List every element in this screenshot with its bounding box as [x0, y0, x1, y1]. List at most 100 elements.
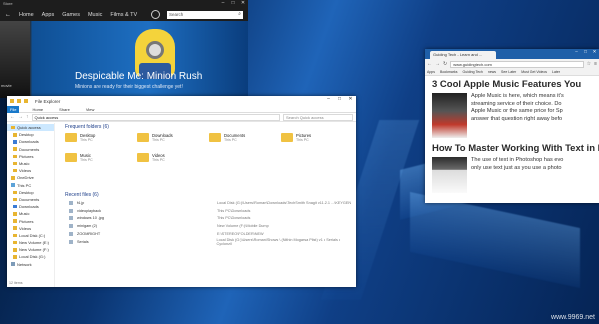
properties-icon[interactable]	[17, 99, 21, 103]
file-path: This PC\Downloads	[217, 216, 251, 221]
nav-item[interactable]: Desktop	[7, 131, 54, 138]
bookmark-news[interactable]: news	[488, 70, 496, 74]
recent-files-heading[interactable]: Recent files (6)	[65, 191, 356, 199]
folder-location: This PC	[224, 138, 237, 142]
nav-item[interactable]: This PC	[7, 182, 54, 189]
nav-item-label: Local Disk (C:)	[19, 232, 46, 238]
bookmark-see-later[interactable]: See Later	[501, 70, 516, 74]
nav-item[interactable]: Local Disk (C:)	[7, 232, 54, 239]
nav-item[interactable]: Pictures	[7, 153, 54, 160]
bookmark-bookmarks[interactable]: Bookmarks	[440, 70, 458, 74]
store-window[interactable]: Store – □ ✕ ← Home Apps Games Music Film…	[0, 0, 248, 98]
bookmark-later[interactable]: Later	[552, 70, 560, 74]
bookmark-apps[interactable]: Apps	[427, 70, 435, 74]
close-button[interactable]: ✕	[238, 0, 248, 7]
folder-location: This PC	[152, 138, 165, 142]
search-placeholder: Search	[169, 12, 184, 17]
recent-file-row[interactable]: windows 10 .jpg This PC\Downloads	[57, 215, 356, 223]
article-thumbnail[interactable]	[432, 93, 467, 138]
star-icon[interactable]: ☆	[587, 61, 591, 67]
tab-games[interactable]: Games	[62, 12, 80, 18]
minimize-button[interactable]: –	[218, 0, 228, 7]
forward-icon[interactable]: →	[18, 114, 23, 120]
nav-item[interactable]: OneDrive	[7, 174, 54, 181]
nav-item[interactable]: New Volume (F:)	[7, 246, 54, 253]
back-icon[interactable]: ←	[5, 12, 11, 18]
up-icon[interactable]: ↑	[26, 114, 29, 120]
url-input[interactable]: www.guidingtech.com	[450, 60, 584, 68]
nav-item[interactable]: Downloads	[7, 203, 54, 210]
folder-tile[interactable]: Documents This PC	[209, 133, 279, 147]
minimize-button[interactable]: –	[323, 96, 334, 104]
recent-file-row[interactable]: Serials Local Disk (G:)\Users\Roman\Shows…	[57, 238, 356, 246]
search-input[interactable]: Search ⌕	[167, 11, 243, 19]
maximize-button[interactable]: □	[334, 96, 345, 104]
search-input[interactable]: Search Quick access	[283, 113, 353, 121]
article-title-link[interactable]: How To Master Working With Text in Ph	[432, 143, 599, 155]
nav-item[interactable]: Local Disk (G:)	[7, 253, 54, 260]
article-thumbnail[interactable]	[432, 157, 467, 193]
nav-item[interactable]: Quick access	[7, 124, 54, 132]
recent-file-row[interactable]: minigam (2) New Volume (F:)\Mobile Dump	[57, 222, 356, 230]
browser-window[interactable]: Guiding Tech - Learn and ... – □ ✕ ← → ↻…	[425, 49, 599, 203]
nav-item[interactable]: Pictures	[7, 217, 54, 224]
nav-item-label: Pictures	[19, 218, 34, 224]
bookmark-guiding-tech[interactable]: Guiding Tech	[463, 70, 483, 74]
close-button[interactable]: ✕	[590, 49, 599, 56]
pc-icon	[11, 183, 15, 187]
tab-share[interactable]: Share	[56, 106, 73, 113]
hero-banner[interactable]: movie Despicable Me: Minion Rush Minions…	[0, 21, 248, 98]
forward-icon[interactable]: →	[435, 61, 440, 67]
tab-music[interactable]: Music	[88, 12, 102, 18]
tab-view[interactable]: View	[83, 106, 98, 113]
maximize-button[interactable]: □	[228, 0, 238, 7]
recent-file-row[interactable]: videoplayback This PC\Downloads	[57, 207, 356, 215]
tab-apps[interactable]: Apps	[42, 12, 55, 18]
article-title-link[interactable]: 3 Cool Apple Music Features You	[432, 79, 596, 91]
recent-file-row[interactable]: f4.jp Local Disk (G:)\Users\Roman\Downloa…	[57, 199, 356, 207]
folder-tile[interactable]: Music This PC	[65, 153, 135, 167]
folder-tile[interactable]: Videos This PC	[137, 153, 207, 167]
folder-icon	[13, 212, 17, 216]
bookmark-must-get-videos[interactable]: Must Get Videos	[521, 70, 547, 74]
tab-home[interactable]: Home	[19, 12, 34, 18]
reload-icon[interactable]: ↻	[443, 61, 447, 67]
nav-item[interactable]: New Volume (E:)	[7, 239, 54, 246]
recent-file-row[interactable]: ZOOMRIGHT E:\STEREO\FOLDER\NEW	[57, 230, 356, 238]
folder-tile[interactable]: Pictures This PC	[281, 133, 351, 147]
tab-home[interactable]: Home	[29, 106, 46, 113]
nav-item[interactable]: Music	[7, 160, 54, 167]
explorer-window[interactable]: File Explorer – □ ✕ File Home Share View…	[7, 96, 356, 287]
menu-icon[interactable]: ≡	[594, 61, 597, 67]
address-input[interactable]: Quick access	[31, 113, 280, 121]
browser-tab[interactable]: Guiding Tech - Learn and ...	[430, 51, 496, 59]
nav-item[interactable]: Network	[7, 261, 54, 268]
maximize-button[interactable]: □	[581, 49, 590, 56]
tab-file[interactable]: File	[7, 105, 20, 113]
new-folder-icon[interactable]	[24, 99, 28, 103]
nav-item[interactable]: Music	[7, 210, 54, 217]
folder-tile[interactable]: Desktop This PC	[65, 133, 135, 147]
nav-item[interactable]: Downloads	[7, 138, 54, 145]
folder-tile[interactable]: Downloads This PC	[137, 133, 207, 147]
nav-item[interactable]: Videos	[7, 167, 54, 174]
folder-icon	[10, 99, 14, 103]
nav-item[interactable]: Videos	[7, 225, 54, 232]
nav-item[interactable]: Documents	[7, 146, 54, 153]
search-icon[interactable]: ⌕	[238, 11, 241, 17]
frequent-folders-heading[interactable]: Frequent folders (6)	[65, 123, 356, 131]
tab-films-tv[interactable]: Films & TV	[110, 12, 137, 18]
minimize-button[interactable]: –	[572, 49, 581, 56]
nav-item[interactable]: Documents	[7, 196, 54, 203]
nav-item-label: Downloads	[19, 139, 39, 145]
back-icon[interactable]: ←	[427, 61, 432, 67]
nav-item-label: Desktop	[19, 189, 34, 195]
avatar-icon[interactable]	[151, 10, 160, 19]
file-icon	[69, 200, 73, 205]
folder-icon	[13, 190, 17, 195]
close-button[interactable]: ✕	[345, 96, 356, 104]
nav-item[interactable]: Desktop	[7, 189, 54, 196]
back-icon[interactable]: ←	[10, 114, 15, 120]
article-excerpt: The use of text in Photoshop has evo onl…	[471, 157, 563, 193]
explorer-titlebar[interactable]: File Explorer	[7, 96, 356, 106]
